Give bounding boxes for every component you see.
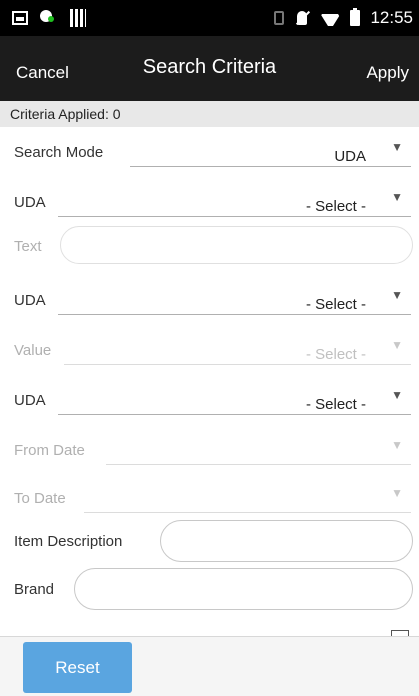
chevron-down-icon: ▼ xyxy=(391,486,403,500)
title-bar: Cancel Search Criteria Apply xyxy=(0,36,419,101)
uda-1-value: - Select - xyxy=(305,198,366,215)
uda-3-select[interactable]: - Select - ▼ xyxy=(58,388,411,415)
chevron-down-icon: ▼ xyxy=(391,140,403,154)
search-mode-row[interactable]: Search Mode UDA ▼ xyxy=(0,132,419,172)
apply-button[interactable]: Apply xyxy=(366,63,409,83)
text-label: Text xyxy=(14,238,42,255)
wifi-icon xyxy=(320,10,340,26)
image-icon xyxy=(12,11,28,25)
status-right: 12:55 xyxy=(274,8,413,28)
text-input[interactable] xyxy=(60,226,413,264)
uda-3-value: - Select - xyxy=(305,396,366,413)
uda-3-label: UDA xyxy=(14,392,46,409)
uda-2-select[interactable]: - Select - ▼ xyxy=(58,288,411,315)
chevron-down-icon: ▼ xyxy=(391,338,403,352)
value-label: Value xyxy=(14,342,52,359)
from-date-select[interactable]: ▼ xyxy=(106,438,411,465)
chevron-down-icon: ▼ xyxy=(391,190,403,204)
chevron-down-icon: ▼ xyxy=(391,288,403,302)
uda-1-label: UDA xyxy=(14,194,46,211)
search-mode-select[interactable]: UDA ▼ xyxy=(130,140,411,167)
reset-button[interactable]: Reset xyxy=(23,642,132,693)
uda-2-label: UDA xyxy=(14,292,46,309)
from-date-row: From Date ▼ xyxy=(0,430,419,470)
search-mode-label: Search Mode xyxy=(14,144,104,161)
search-mode-value: UDA xyxy=(334,148,366,165)
uda-1-row[interactable]: UDA - Select - ▼ xyxy=(0,182,419,222)
brand-input[interactable] xyxy=(74,568,413,610)
to-date-label: To Date xyxy=(14,490,66,507)
from-date-label: From Date xyxy=(14,442,85,459)
barcode-icon xyxy=(70,9,86,27)
item-description-input[interactable] xyxy=(160,520,413,562)
to-date-select[interactable]: ▼ xyxy=(84,486,411,513)
criteria-applied-bar: Criteria Applied: 0 xyxy=(0,101,419,127)
footer: Reset xyxy=(0,637,419,696)
battery-icon xyxy=(350,8,361,26)
value-value: - Select - xyxy=(305,346,366,363)
chevron-down-icon: ▼ xyxy=(391,388,403,402)
uda-1-select[interactable]: - Select - ▼ xyxy=(58,190,411,217)
brand-row: Brand xyxy=(0,568,419,610)
mute-icon xyxy=(294,10,310,26)
status-time: 12:55 xyxy=(370,8,413,27)
vibrate-icon xyxy=(274,11,285,25)
item-description-label: Item Description xyxy=(14,533,123,550)
checkbox[interactable] xyxy=(391,630,409,636)
chevron-down-icon: ▼ xyxy=(391,438,403,452)
text-row: Text xyxy=(0,226,419,266)
uda-3-row[interactable]: UDA - Select - ▼ xyxy=(0,380,419,420)
page-title: Search Criteria xyxy=(142,56,277,78)
to-date-row: To Date ▼ xyxy=(0,478,419,518)
brand-label: Brand xyxy=(14,581,55,598)
uda-2-row[interactable]: UDA - Select - ▼ xyxy=(0,280,419,320)
item-description-row: Item Description xyxy=(0,520,419,562)
value-row: Value - Select - ▼ xyxy=(0,330,419,370)
status-left xyxy=(12,8,86,28)
value-select[interactable]: - Select - ▼ xyxy=(64,338,411,365)
uda-2-value: - Select - xyxy=(305,296,366,313)
status-bar: 12:55 xyxy=(0,0,419,36)
person-notification-icon xyxy=(38,8,60,28)
